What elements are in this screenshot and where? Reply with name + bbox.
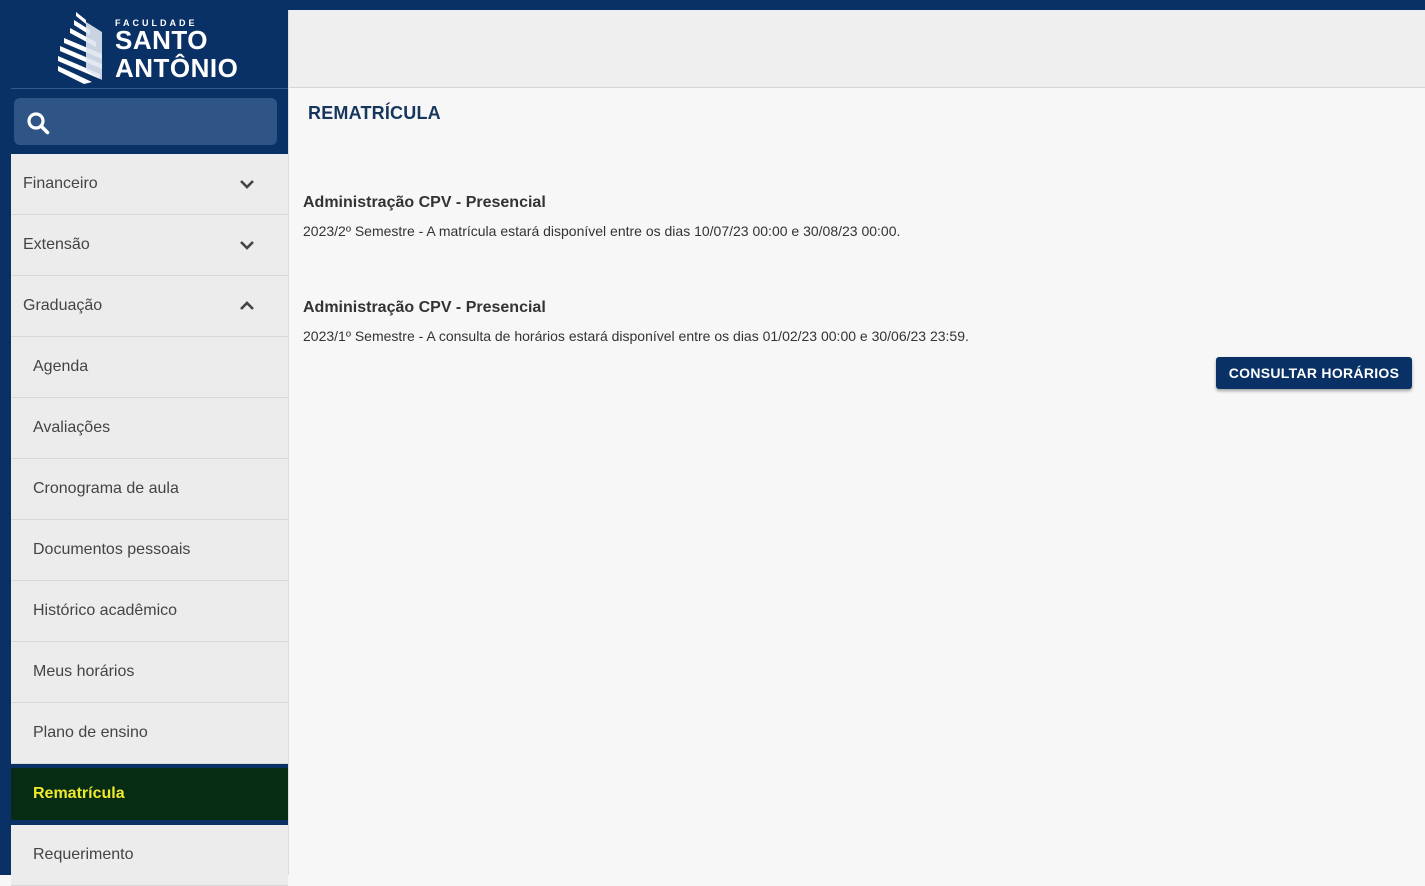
logo-text-line2: ANTÔNIO xyxy=(115,53,239,83)
course-title: Administração CPV - Presencial xyxy=(303,194,546,211)
sidebar-menu: Financeiro Extensão Graduação Agenda Ava… xyxy=(11,154,288,886)
sidebar-item-label: Agenda xyxy=(33,358,89,375)
logo-text: SANTO ANTÔNIO xyxy=(115,26,238,82)
sidebar-item-extensao[interactable]: Extensão xyxy=(11,215,288,276)
page-title: REMATRÍCULA xyxy=(308,103,441,123)
chevron-down-icon[interactable] xyxy=(239,176,255,192)
sidebar-item-avaliacoes[interactable]: Avaliações xyxy=(11,398,288,459)
sidebar-item-label: Rematrícula xyxy=(33,785,125,802)
header-bar xyxy=(289,10,1425,88)
sidebar-item-financeiro[interactable]: Financeiro xyxy=(11,154,288,215)
left-edge-strip xyxy=(0,0,11,875)
sidebar-item-requerimento[interactable]: Requerimento xyxy=(11,825,288,886)
course-title: Administração CPV - Presencial xyxy=(303,299,546,316)
sidebar-item-label: Extensão xyxy=(23,236,90,253)
enrollment-period-text: 2023/2º Semestre - A matrícula estará di… xyxy=(303,223,901,239)
sidebar-item-agenda[interactable]: Agenda xyxy=(11,337,288,398)
sidebar-item-label: Graduação xyxy=(23,297,103,314)
sidebar-item-meus-horarios[interactable]: Meus horários xyxy=(11,642,288,703)
sidebar-item-rematricula[interactable]: Rematrícula xyxy=(11,764,288,825)
sidebar-item-label: Documentos pessoais xyxy=(33,541,191,558)
sidebar-item-label: Requerimento xyxy=(33,846,134,863)
consultar-horarios-button[interactable]: CONSULTAR HORÁRIOS xyxy=(1216,357,1412,389)
sidebar-item-label: Plano de ensino xyxy=(33,724,148,741)
schedule-period-text: 2023/1º Semestre - A consulta de horário… xyxy=(303,328,969,344)
search-input[interactable] xyxy=(14,98,277,145)
search-area xyxy=(11,88,288,155)
logo-mark-icon xyxy=(58,12,102,84)
sidebar-item-graduacao[interactable]: Graduação xyxy=(11,276,288,337)
sidebar-item-cronograma-de-aula[interactable]: Cronograma de aula xyxy=(11,459,288,520)
sidebar: FACULDADE SANTO ANTÔNIO Financeiro Exten… xyxy=(11,10,289,886)
chevron-up-icon[interactable] xyxy=(239,298,255,314)
logo[interactable]: FACULDADE SANTO ANTÔNIO xyxy=(11,10,288,88)
sidebar-item-label: Avaliações xyxy=(33,419,111,436)
sidebar-item-plano-de-ensino[interactable]: Plano de ensino xyxy=(11,703,288,764)
sidebar-item-label: Meus horários xyxy=(33,663,135,680)
sidebar-item-label: Histórico acadêmico xyxy=(33,602,178,619)
search-icon[interactable] xyxy=(26,111,50,135)
top-bar xyxy=(0,0,1425,10)
sidebar-item-documentos-pessoais[interactable]: Documentos pessoais xyxy=(11,520,288,581)
sidebar-item-historico-academico[interactable]: Histórico acadêmico xyxy=(11,581,288,642)
sidebar-item-label: Cronograma de aula xyxy=(33,480,179,497)
logo-text-line1: SANTO xyxy=(115,25,209,55)
sidebar-item-label: Financeiro xyxy=(23,175,98,192)
chevron-down-icon[interactable] xyxy=(239,237,255,253)
